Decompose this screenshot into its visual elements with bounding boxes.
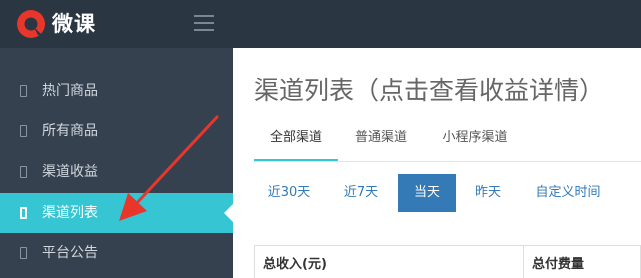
range-yesterday-button[interactable]: 昨天 <box>462 174 514 212</box>
range-custom-button[interactable]: 自定义时间 <box>520 174 616 212</box>
range-last-7-days-button[interactable]: 近7天 <box>330 174 392 212</box>
item-icon <box>20 85 27 97</box>
sidebar-item-announcements[interactable]: 平台公告 <box>0 233 233 273</box>
table-header: 总收入(元) 总付费量 <box>254 245 641 278</box>
brand-name: 微课 <box>52 12 96 36</box>
range-last-30-days-button[interactable]: 近30天 <box>254 174 324 212</box>
hamburger-icon[interactable] <box>194 15 214 31</box>
sidebar-item-label: 平台公告 <box>42 245 98 261</box>
sidebar-item-hot-products[interactable]: 热门商品 <box>0 71 233 111</box>
column-divider <box>523 246 524 278</box>
item-icon <box>20 247 27 259</box>
sidebar-item-channel-income[interactable]: 渠道收益 <box>0 152 233 192</box>
logo-icon[interactable] <box>16 9 46 39</box>
page-title: 渠道列表（点击查看收益详情） <box>254 76 605 105</box>
sidebar-item-label: 热门商品 <box>42 83 98 99</box>
tab-normal-channels[interactable]: 普通渠道 <box>346 126 416 162</box>
column-header-total-paid[interactable]: 总付费量 <box>532 246 584 278</box>
sidebar-item-channel-list[interactable]: 渠道列表 <box>0 193 233 233</box>
sidebar-item-label: 渠道收益 <box>42 164 98 180</box>
tab-all-channels[interactable]: 全部渠道 <box>254 126 338 162</box>
item-icon <box>20 166 27 178</box>
range-today-button[interactable]: 当天 <box>398 174 456 212</box>
sidebar-item-all-products[interactable]: 所有商品 <box>0 111 233 151</box>
main-content: 渠道列表（点击查看收益详情） 全部渠道 普通渠道 小程序渠道 近30天 近7天 … <box>233 48 641 278</box>
item-icon <box>20 207 27 219</box>
top-header: 微课 <box>0 0 641 48</box>
item-icon <box>20 125 27 137</box>
tabs-divider <box>254 161 641 162</box>
sidebar: 热门商品 所有商品 渠道收益 渠道列表 平台公告 <box>0 48 233 278</box>
column-header-total-income[interactable]: 总收入(元) <box>263 246 327 278</box>
sidebar-item-label: 所有商品 <box>42 123 98 139</box>
sidebar-item-label: 渠道列表 <box>42 205 98 221</box>
tab-miniprogram-channels[interactable]: 小程序渠道 <box>432 126 518 162</box>
